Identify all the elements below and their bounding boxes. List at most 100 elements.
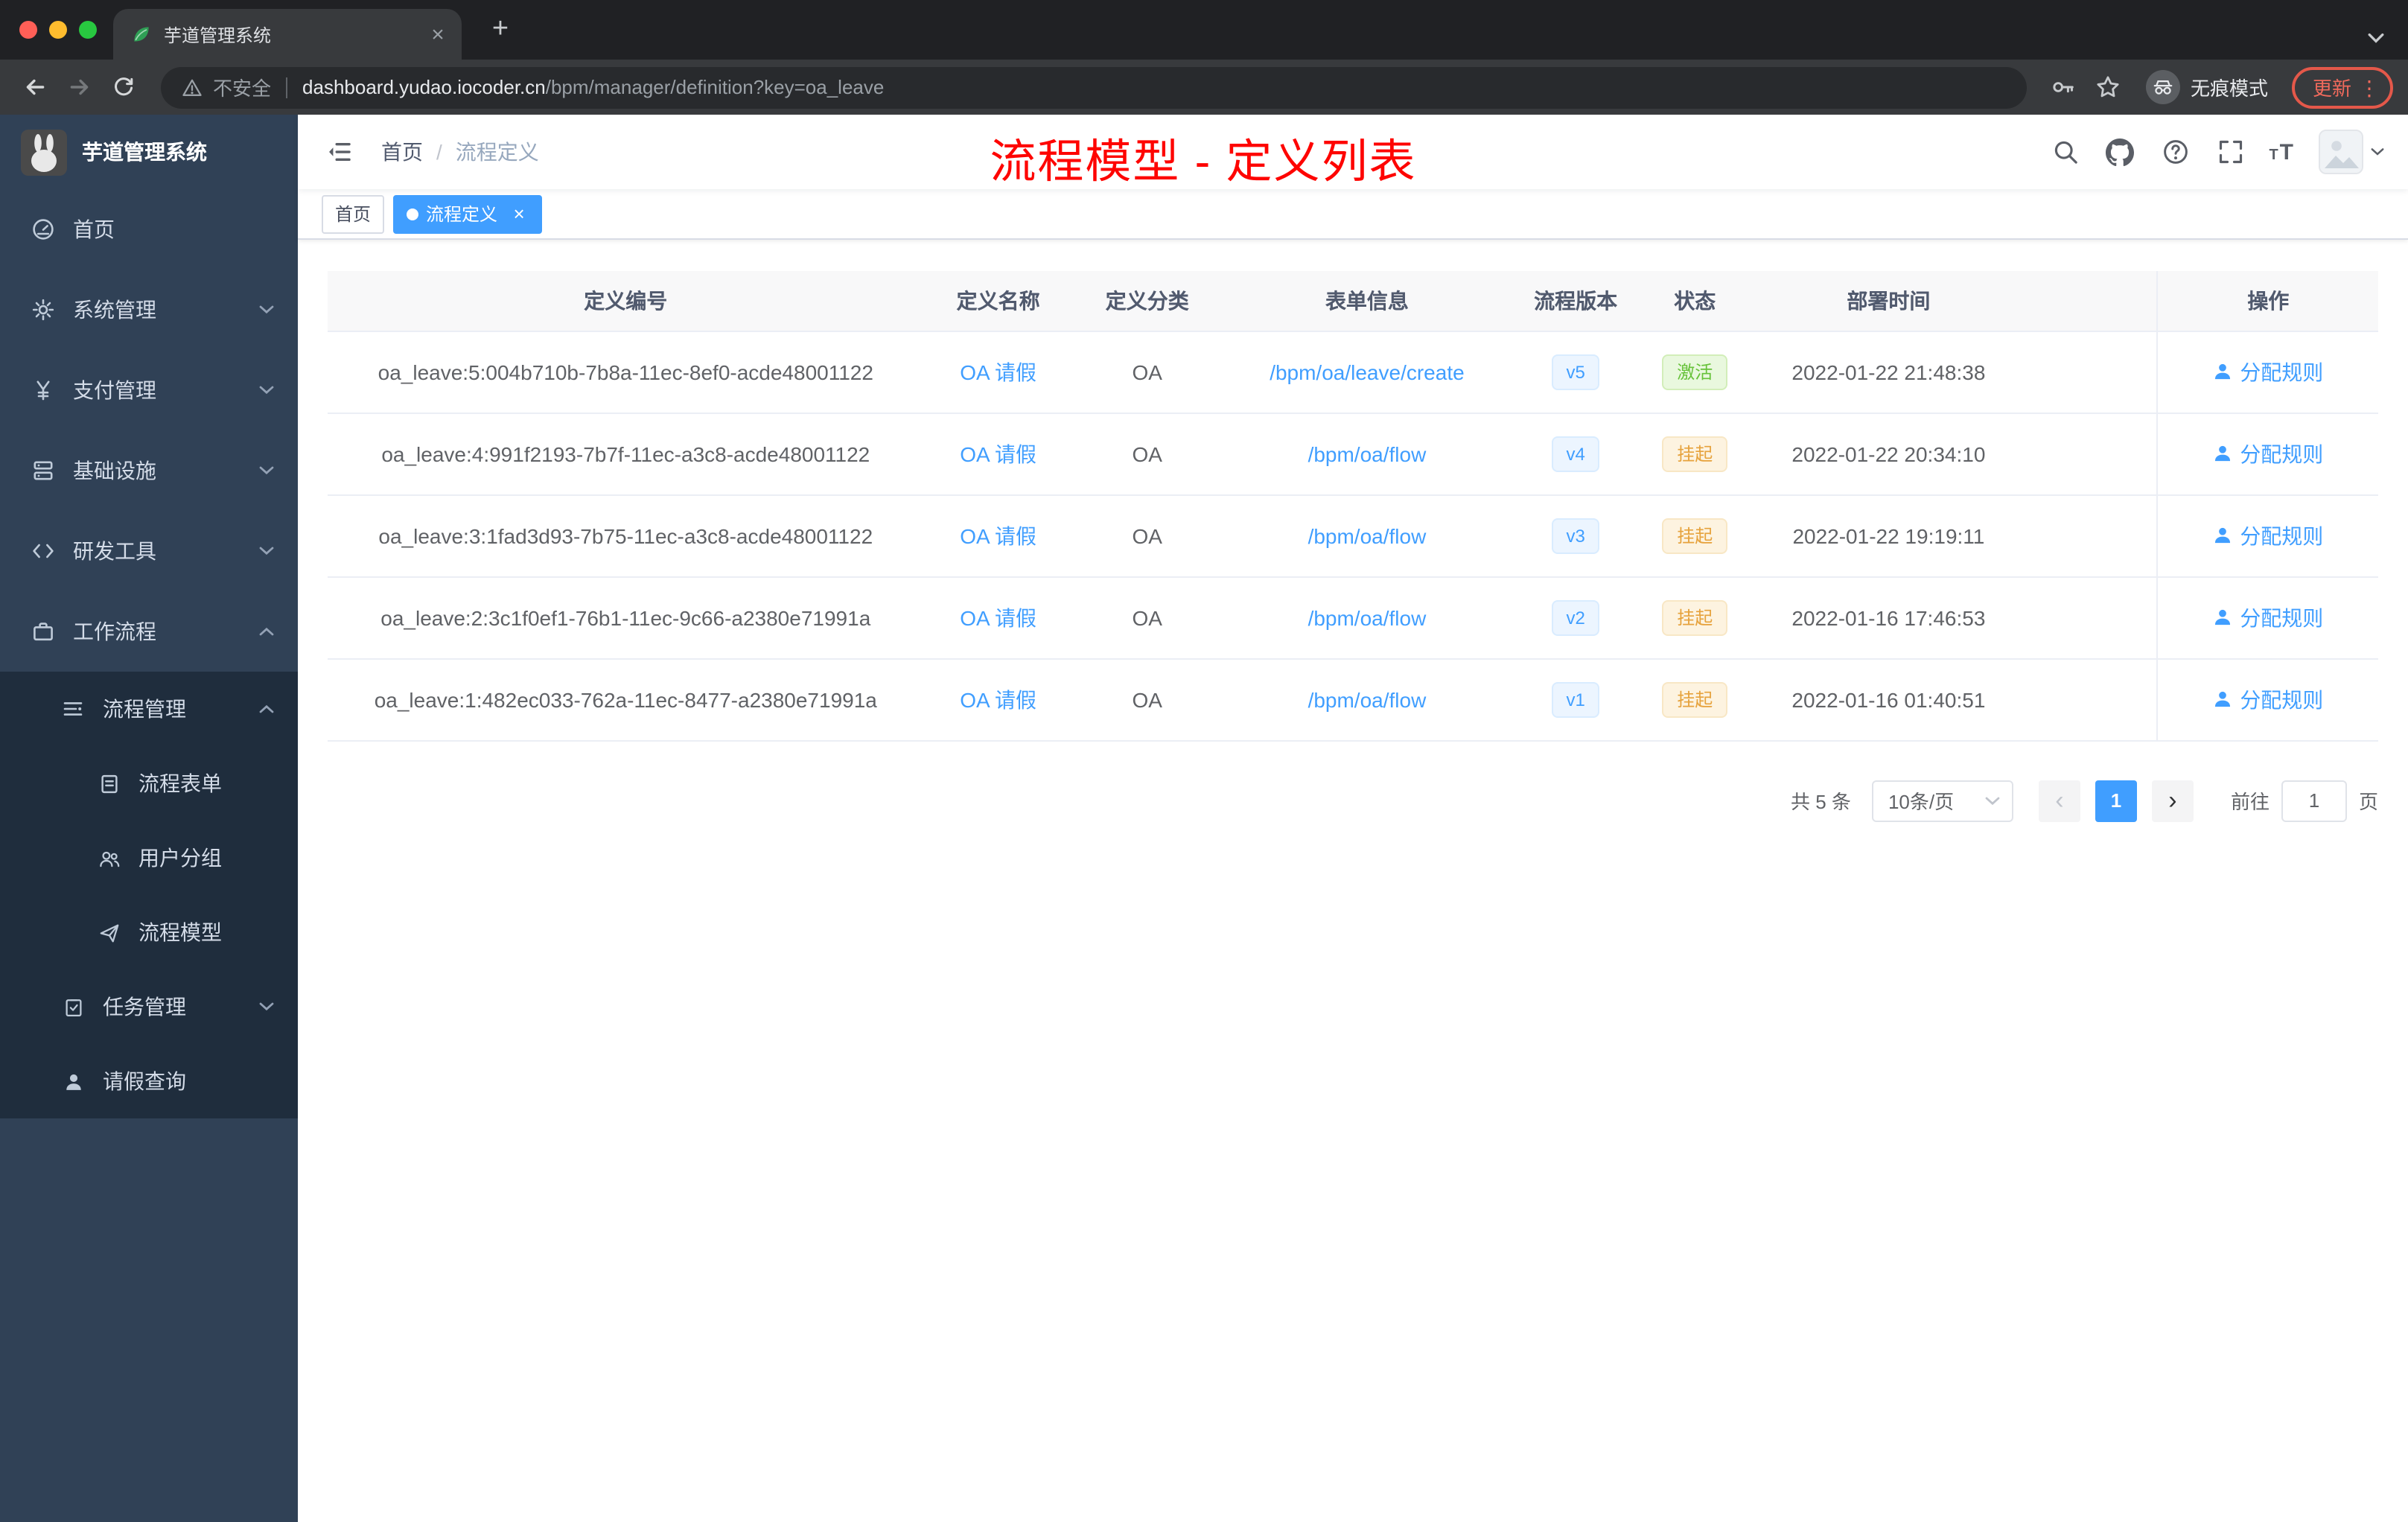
definition-name-link[interactable]: OA 请假: [960, 605, 1036, 629]
prev-page-button[interactable]: ‹: [2038, 780, 2080, 821]
sidebar-menu: 首页 系统管理 支付管理 基础设施 研发工具 工作流程 流程管理 流程表单 用户…: [0, 189, 298, 1118]
cell-category: OA: [1072, 576, 1222, 659]
column-header-deploy-time: 部署时间: [1751, 271, 2027, 331]
form-link[interactable]: /bpm/oa/flow: [1308, 687, 1427, 711]
browser-tab-strip: 芋道管理系统 × +: [0, 0, 2408, 60]
back-icon[interactable]: [15, 68, 54, 106]
column-header-definition-name: 定义名称: [923, 271, 1073, 331]
sidebar-item-infrastructure[interactable]: 基础设施: [0, 430, 298, 511]
assign-rule-link[interactable]: 分配规则: [2213, 357, 2323, 386]
chevron-down-icon: [259, 1002, 274, 1011]
main-area: 首页 / 流程定义 流程模型 - 定义列表 T T 首页 流程定义 × 定义编号…: [298, 115, 2408, 1522]
status-tag: 激活: [1662, 354, 1728, 389]
form-link[interactable]: /bpm/oa/flow: [1308, 442, 1427, 465]
column-header-form-info: 表单信息: [1221, 271, 1513, 331]
column-header-category: 定义分类: [1072, 271, 1222, 331]
sidebar-item-process-form[interactable]: 流程表单: [0, 746, 298, 821]
sidebar-item-label: 请假查询: [103, 1069, 186, 1093]
github-icon[interactable]: [2103, 136, 2136, 168]
user-menu[interactable]: [2319, 130, 2384, 174]
assign-rule-link[interactable]: 分配规则: [2213, 684, 2323, 714]
window-minimize-button[interactable]: [49, 21, 67, 39]
tab-search-icon[interactable]: [2368, 24, 2384, 51]
sidebar: 芋道管理系统 首页 系统管理 支付管理 基础设施 研发工具 工作流程 流程管理 …: [0, 115, 298, 1522]
tag-process-definition[interactable]: 流程定义 ×: [393, 194, 543, 233]
pagination-total: 共 5 条: [1791, 791, 1851, 813]
address-bar[interactable]: 不安全 dashboard.yudao.iocoder.cn/bpm/manag…: [161, 66, 2027, 108]
sidebar-item-user-group[interactable]: 用户分组: [0, 821, 298, 895]
cell-definition-id: oa_leave:5:004b710b-7b8a-11ec-8ef0-acde4…: [328, 331, 924, 413]
sidebar-item-payment[interactable]: 支付管理: [0, 350, 298, 430]
assign-rule-link[interactable]: 分配规则: [2213, 602, 2323, 632]
person-icon: [60, 1070, 86, 1092]
definition-name-link[interactable]: OA 请假: [960, 687, 1036, 711]
font-size-icon[interactable]: TT: [2269, 139, 2293, 165]
active-tag-dot: [407, 208, 419, 220]
sidebar-item-process-model[interactable]: 流程模型: [0, 895, 298, 969]
avatar: [2319, 130, 2363, 174]
sidebar-item-task-manage[interactable]: 任务管理: [0, 969, 298, 1044]
search-icon[interactable]: [2048, 136, 2081, 168]
pagination-goto: 前往 页: [2231, 780, 2378, 821]
sidebar-item-label: 首页: [73, 217, 115, 241]
status-tag: 挂起: [1662, 518, 1728, 553]
page-unit-label: 页: [2358, 791, 2378, 813]
new-tab-button[interactable]: +: [482, 12, 518, 48]
cell-category: OA: [1072, 494, 1222, 577]
column-header-operation: 操作: [2156, 271, 2378, 331]
sidebar-item-label: 流程表单: [138, 771, 222, 795]
form-link[interactable]: /bpm/oa/flow: [1308, 605, 1427, 629]
sidebar-item-process-manage[interactable]: 流程管理: [0, 672, 298, 746]
app-title: 芋道管理系统: [82, 140, 207, 164]
forward-icon[interactable]: [60, 68, 98, 106]
definition-name-link[interactable]: OA 请假: [960, 523, 1036, 547]
workflow-submenu: 流程管理 流程表单 用户分组 流程模型 任务管理 请假查询: [0, 672, 298, 1118]
tag-close-icon[interactable]: ×: [509, 204, 529, 223]
sidebar-item-devtools[interactable]: 研发工具: [0, 511, 298, 591]
help-icon[interactable]: [2159, 136, 2191, 168]
table-row: oa_leave:5:004b710b-7b8a-11ec-8ef0-acde4…: [328, 331, 2378, 413]
cell-definition-id: oa_leave:4:991f2193-7b7f-11ec-a3c8-acde4…: [328, 413, 924, 495]
status-tag: 挂起: [1662, 436, 1728, 471]
window-zoom-button[interactable]: [79, 21, 97, 39]
sidebar-item-home[interactable]: 首页: [0, 189, 298, 270]
browser-tab[interactable]: 芋道管理系统 ×: [113, 9, 462, 60]
user-icon: [2215, 363, 2231, 380]
goto-page-input[interactable]: [2281, 780, 2347, 821]
sidebar-item-label: 基础设施: [73, 459, 156, 483]
breadcrumb-home[interactable]: 首页: [381, 137, 423, 167]
form-link[interactable]: /bpm/oa/flow: [1308, 523, 1427, 547]
sidebar-item-workflow[interactable]: 工作流程: [0, 591, 298, 672]
kebab-menu-icon[interactable]: ⋮: [2359, 77, 2380, 98]
page-size-select[interactable]: 10条/页: [1871, 780, 2013, 821]
tab-close-icon[interactable]: ×: [426, 22, 450, 47]
fullscreen-icon[interactable]: [2214, 136, 2246, 168]
reload-icon[interactable]: [104, 68, 143, 106]
assign-rule-link[interactable]: 分配规则: [2213, 520, 2323, 550]
sidebar-fold-icon[interactable]: [322, 134, 357, 170]
next-page-button[interactable]: ›: [2151, 780, 2194, 821]
security-label: 不安全: [213, 77, 272, 100]
password-key-icon[interactable]: [2045, 68, 2083, 106]
bookmark-star-icon[interactable]: [2089, 68, 2128, 106]
tab-favicon-icon: [134, 27, 149, 42]
definition-name-link[interactable]: OA 请假: [960, 360, 1036, 383]
browser-update-button[interactable]: 更新 ⋮: [2291, 66, 2393, 108]
sidebar-item-label: 工作流程: [73, 620, 156, 643]
incognito-indicator: 无痕模式: [2145, 70, 2268, 104]
user-group-icon: [95, 847, 122, 869]
task-manage-icon: [60, 996, 86, 1018]
screen: 芋道管理系统 × + 不安全 dashboard.yudao.iocoder.c…: [0, 0, 2408, 1522]
assign-rule-link[interactable]: 分配规则: [2213, 439, 2323, 468]
tag-home[interactable]: 首页: [322, 194, 385, 233]
sidebar-item-leave-query[interactable]: 请假查询: [0, 1044, 298, 1118]
version-tag: v4: [1551, 436, 1600, 471]
form-link[interactable]: /bpm/oa/leave/create: [1270, 360, 1465, 383]
window-close-button[interactable]: [19, 21, 37, 39]
sidebar-item-system[interactable]: 系统管理: [0, 270, 298, 350]
definition-name-link[interactable]: OA 请假: [960, 442, 1036, 465]
divider: [286, 77, 288, 98]
process-manage-icon: [60, 697, 86, 721]
table-row: oa_leave:3:1fad3d93-7b75-11ec-a3c8-acde4…: [328, 494, 2378, 577]
page-number-1[interactable]: 1: [2095, 780, 2137, 821]
